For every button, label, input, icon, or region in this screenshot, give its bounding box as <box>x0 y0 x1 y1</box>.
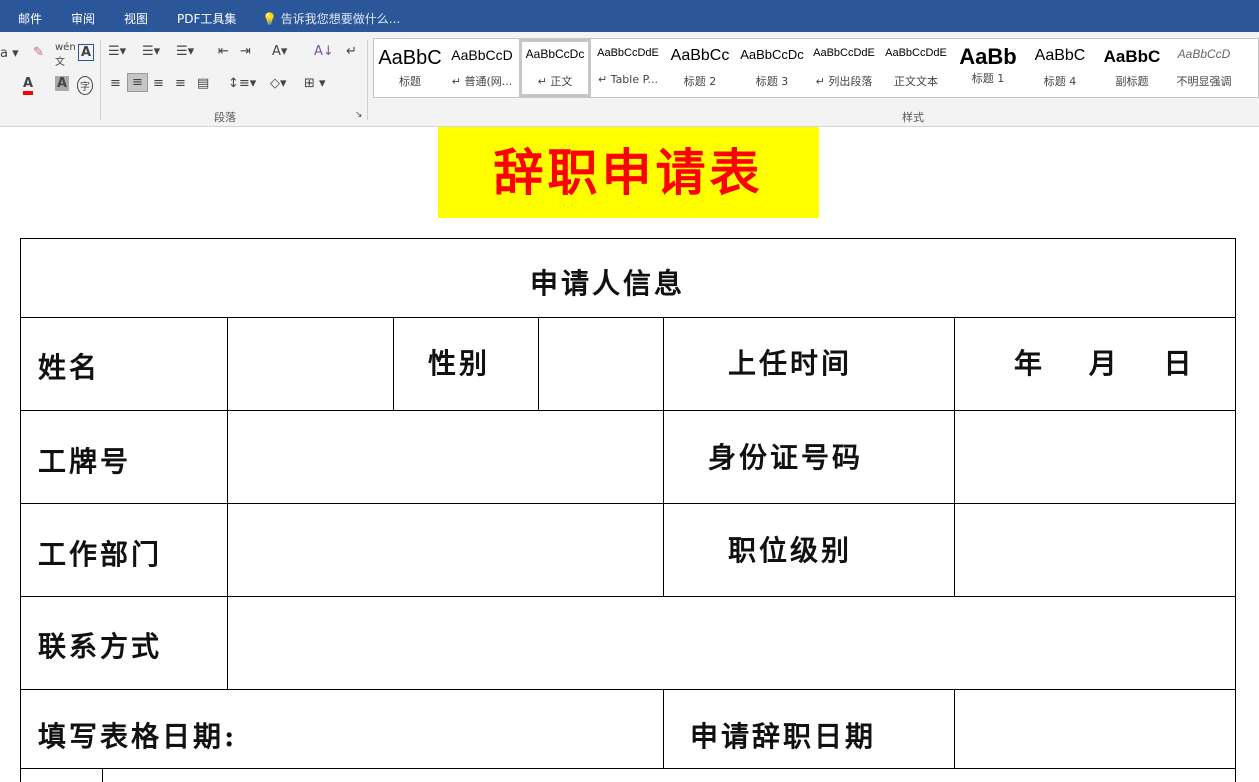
borders-icon[interactable]: ⊞ ▾ <box>304 76 326 91</box>
align-left-icon[interactable]: ≡ <box>110 76 121 91</box>
phonetic-guide-icon[interactable]: wén文 <box>55 42 76 68</box>
align-center-icon[interactable]: ≡ <box>127 73 148 92</box>
label-resign-date: 申请辞职日期 <box>690 715 876 755</box>
label-start-time: 上任时间 <box>728 342 852 382</box>
sort-icon[interactable]: A↓ <box>314 44 334 59</box>
align-right-icon[interactable]: ≡ <box>153 76 164 91</box>
text-direction-icon[interactable]: A▾ <box>272 44 287 59</box>
style-heading-2[interactable]: AaBbCc标题 2 <box>664 39 736 97</box>
style-title[interactable]: AaBbC标题 <box>374 39 446 97</box>
shading-icon[interactable]: ◇▾ <box>270 76 287 91</box>
start-date-field[interactable]: 年 月 日 <box>1014 342 1195 382</box>
numbering-icon[interactable]: ☰▾ <box>142 44 160 59</box>
label-gender: 性别 <box>428 342 490 382</box>
style-body[interactable]: AaBbCcDc↵ 正文 <box>519 39 591 97</box>
style-subtitle[interactable]: AaBbC副标题 <box>1096 39 1168 97</box>
char-border-icon[interactable]: A <box>78 44 94 61</box>
font-size-dropdown[interactable]: a ▾ <box>0 46 19 61</box>
label-id-no: 身份证号码 <box>708 436 863 476</box>
paragraph-group-label: 段落 <box>214 109 236 125</box>
style-heading-3[interactable]: AaBbCcDc标题 3 <box>736 39 808 97</box>
justify-icon[interactable]: ≡ <box>175 76 186 91</box>
multilevel-list-icon[interactable]: ☰▾ <box>176 44 194 59</box>
enclose-char-icon[interactable]: 字 <box>77 76 93 95</box>
ribbon: a ▾ ✎ wén文 A A A 字 ☰▾ ☰▾ ☰▾ ⇤ ⇥ A▾ A↓ ↵ … <box>0 32 1259 127</box>
styles-group-label: 样式 <box>902 109 924 125</box>
show-marks-icon[interactable]: ↵ <box>346 44 357 59</box>
increase-indent-icon[interactable]: ⇥ <box>240 44 251 59</box>
section-header: 申请人信息 <box>530 262 685 302</box>
style-normal-web[interactable]: AaBbCcD↵ 普通(网... <box>446 39 518 97</box>
style-heading-1[interactable]: AaBb标题 1 <box>952 39 1024 97</box>
char-shading-icon[interactable]: A <box>55 76 69 91</box>
font-color-button[interactable]: A <box>23 76 33 95</box>
style-heading-4[interactable]: AaBbC标题 4 <box>1024 39 1096 97</box>
tab-review[interactable]: 审阅 <box>71 10 95 27</box>
style-subtle-emphasis[interactable]: AaBbCcD不明显强调 <box>1168 39 1240 97</box>
lightbulb-icon: 💡 <box>262 12 277 26</box>
ribbon-tabs: 邮件 审阅 视图 PDF工具集 💡 告诉我您想要做什么... <box>0 0 1259 32</box>
clear-format-icon[interactable]: ✎ <box>33 45 44 60</box>
label-name: 姓名 <box>38 346 100 386</box>
line-spacing-icon[interactable]: ↕≡▾ <box>228 76 256 91</box>
label-contact: 联系方式 <box>38 625 162 665</box>
label-fill-date: 填写表格日期: <box>38 715 237 755</box>
tab-pdf-tools[interactable]: PDF工具集 <box>177 10 236 27</box>
label-department: 工作部门 <box>38 533 162 573</box>
style-list-paragraph[interactable]: AaBbCcDdE↵ 列出段落 <box>808 39 880 97</box>
paragraph-launcher-icon[interactable]: ↘ <box>355 110 363 120</box>
tell-me-search[interactable]: 💡 告诉我您想要做什么... <box>262 10 400 27</box>
style-table-paragraph[interactable]: AaBbCcDdE↵ Table P... <box>592 39 664 97</box>
label-level: 职位级别 <box>728 529 852 569</box>
tab-view[interactable]: 视图 <box>124 10 148 27</box>
decrease-indent-icon[interactable]: ⇤ <box>218 44 229 59</box>
distributed-icon[interactable]: ▤ <box>197 76 209 91</box>
bullets-icon[interactable]: ☰▾ <box>108 44 126 59</box>
document-title: 辞职申请表 <box>438 127 819 218</box>
tab-mailings[interactable]: 邮件 <box>18 10 42 27</box>
label-badge-no: 工牌号 <box>38 440 131 480</box>
styles-gallery: AaBbC标题 AaBbCcD↵ 普通(网... AaBbCcDc↵ 正文 Aa… <box>373 38 1259 98</box>
style-body-text[interactable]: AaBbCcDdE正文文本 <box>880 39 952 97</box>
